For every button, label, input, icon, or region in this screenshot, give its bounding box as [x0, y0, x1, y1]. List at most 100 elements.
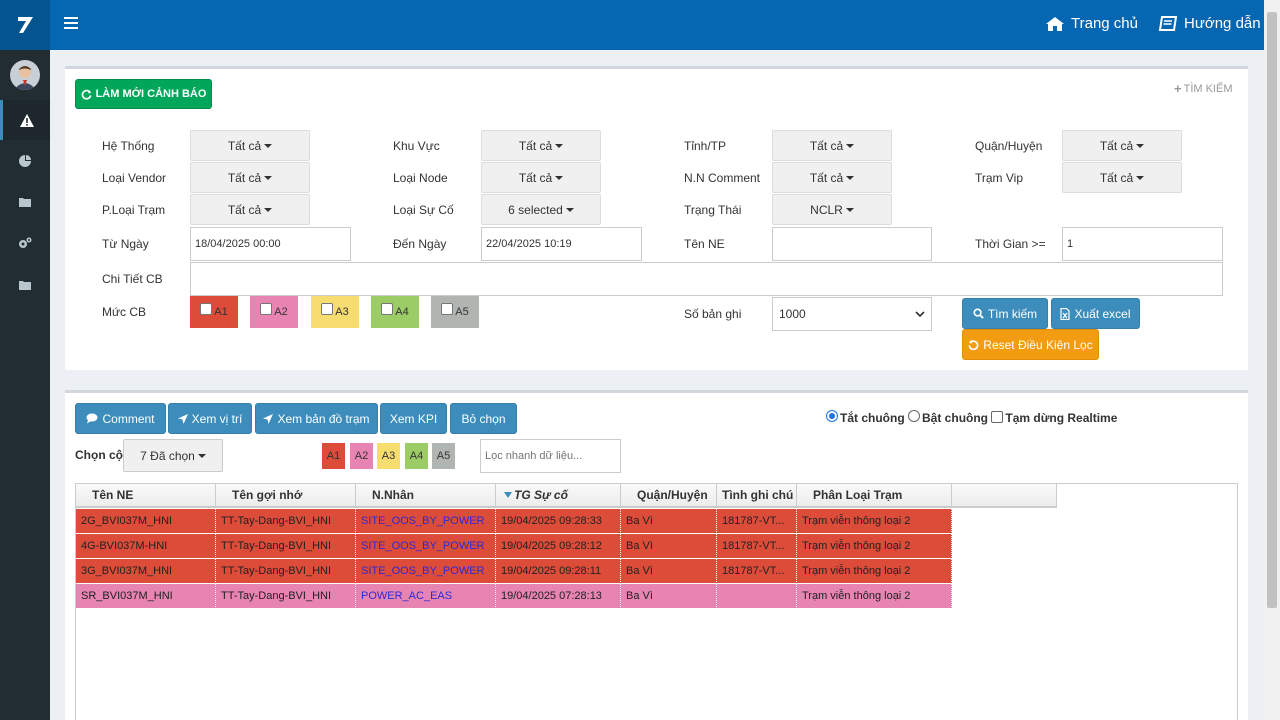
sidebar-item-folder-2[interactable]	[0, 265, 50, 305]
sidebar-item-reports[interactable]	[0, 141, 50, 181]
level-a3-checkbox[interactable]: A3	[311, 296, 359, 328]
table-row[interactable]: 3G_BVI037M_HNI TT-Tay-Dang-BVI_HNI SITE_…	[76, 559, 952, 584]
cell-tg-su-co: 19/04/2025 09:28:11	[496, 559, 621, 584]
cell-nguyen-nhan[interactable]: SITE_OOS_BY_POWER	[356, 509, 496, 534]
cell-tg-su-co: 19/04/2025 09:28:33	[496, 509, 621, 534]
view-station-map-button[interactable]: Xem bản đồ trạm	[255, 403, 378, 434]
col-quan-huyen[interactable]: Quận/Huyện	[621, 484, 717, 508]
sort-desc-icon	[504, 492, 512, 498]
level-a1-checkbox[interactable]: A1	[190, 296, 238, 328]
cell-phan-loai-tram: Trạm viễn thông loại 2	[797, 559, 952, 584]
caret-down-icon	[845, 207, 854, 212]
refresh-alerts-button[interactable]: LÀM MỚI CẢNH BÁO	[75, 79, 212, 109]
quick-level-a2[interactable]: A2	[350, 443, 373, 469]
col-tg-su-co[interactable]: TG Sự cố	[496, 484, 621, 508]
table-row[interactable]: 4G-BVI037M-HNI TT-Tay-Dang-BVI_HNI SITE_…	[76, 534, 952, 559]
quick-filter-input[interactable]	[480, 439, 621, 473]
page-scrollbar[interactable]	[1264, 0, 1280, 720]
choose-columns-select[interactable]: 7 Đã chọn	[123, 439, 223, 472]
home-icon	[1046, 16, 1064, 31]
label-thoi-gian: Thời Gian >=	[975, 237, 1046, 251]
cell-nguyen-nhan[interactable]: SITE_OOS_BY_POWER	[356, 534, 496, 559]
cell-ten-ne: 3G_BVI037M_HNI	[76, 559, 216, 584]
alerts-grid: Tên NE Tên gợi nhớ N.Nhân TG Sự cố Quận/…	[75, 483, 1238, 720]
cell-phan-loai-tram: Trạm viễn thông loại 2	[797, 584, 952, 609]
select-trang-thai[interactable]: NCLR	[772, 194, 892, 225]
deselect-button[interactable]: Bỏ chọn	[450, 403, 517, 434]
select-khu-vuc[interactable]: Tất cả	[481, 130, 601, 161]
refresh-label: LÀM MỚI CẢNH BÁO	[95, 88, 207, 100]
duration-input[interactable]: 1	[1062, 227, 1223, 261]
label-loai-vendor: Loại Vendor	[102, 171, 167, 185]
view-kpi-button[interactable]: Xem KPI	[380, 403, 447, 434]
select-nn-comment[interactable]: Tất cả	[772, 162, 892, 193]
col-nguyen-nhan[interactable]: N.Nhân	[356, 484, 496, 508]
quick-level-a5[interactable]: A5	[432, 443, 455, 469]
select-tinh-tp[interactable]: Tất cả	[772, 130, 892, 161]
cell-tg-su-co: 19/04/2025 07:28:13	[496, 584, 621, 609]
label-muc-cb: Mức CB	[102, 305, 147, 319]
select-quan-huyen[interactable]: Tất cả	[1062, 130, 1182, 161]
ne-name-input[interactable]	[772, 227, 932, 261]
checkbox-icon	[991, 410, 1004, 423]
menu-toggle-icon[interactable]	[64, 17, 78, 31]
refresh-icon	[81, 89, 92, 100]
comment-button[interactable]: Comment	[75, 403, 166, 434]
label-loai-su-co: Loại Sự Cố	[393, 203, 454, 217]
record-count-select[interactable]: 1000	[772, 297, 932, 331]
label-he-thong: Hệ Thống	[102, 139, 155, 153]
cell-ten-goi-nho: TT-Tay-Dang-BVI_HNI	[216, 509, 356, 534]
bell-off-radio[interactable]: Tắt chuông	[826, 409, 905, 425]
grid-header: Tên NE Tên gợi nhớ N.Nhân TG Sự cố Quận/…	[76, 484, 1057, 508]
avatar[interactable]	[10, 60, 40, 90]
bell-on-radio[interactable]: Bật chuông	[908, 409, 988, 425]
export-excel-button[interactable]: Xuất excel	[1051, 298, 1140, 329]
guide-link[interactable]: Hướng dẫn	[1158, 15, 1261, 32]
to-date-input[interactable]: 22/04/2025 10:19	[481, 227, 642, 261]
select-he-thong[interactable]: Tất cả	[190, 130, 310, 161]
select-tram-vip[interactable]: Tất cả	[1062, 162, 1182, 193]
sidebar-item-folder-1[interactable]	[0, 182, 50, 222]
table-row[interactable]: 2G_BVI037M_HNI TT-Tay-Dang-BVI_HNI SITE_…	[76, 509, 952, 534]
level-a5-checkbox[interactable]: A5	[431, 296, 479, 328]
quick-level-a1[interactable]: A1	[322, 443, 345, 469]
cell-nguyen-nhan[interactable]: SITE_OOS_BY_POWER	[356, 559, 496, 584]
cell-nguyen-nhan[interactable]: POWER_AC_EAS	[356, 584, 496, 609]
cell-quan-huyen: Ba Vì	[621, 509, 717, 534]
select-ploai-tram[interactable]: Tất cả	[190, 194, 310, 225]
quick-level-a4[interactable]: A4	[405, 443, 428, 469]
select-loai-vendor[interactable]: Tất cả	[190, 162, 310, 193]
col-ten-ne[interactable]: Tên NE	[76, 484, 216, 508]
top-navbar: Trang chủ Hướng dẫn	[0, 0, 1264, 50]
search-button[interactable]: Tìm kiếm	[962, 298, 1048, 329]
pause-realtime-checkbox[interactable]: Tạm dừng Realtime	[991, 410, 1117, 425]
select-loai-su-co[interactable]: 6 selected	[481, 194, 601, 225]
select-loai-node[interactable]: Tất cả	[481, 162, 601, 193]
level-a2-checkbox[interactable]: A2	[250, 296, 298, 328]
label-trang-thai: Trạng Thái	[684, 203, 742, 217]
quick-level-a3[interactable]: A3	[377, 443, 400, 469]
logo-icon	[18, 17, 33, 33]
toggle-search-link[interactable]: + TÌM KIẾM	[1174, 81, 1232, 96]
col-ten-goi-nho[interactable]: Tên gợi nhớ	[216, 484, 356, 508]
view-location-button[interactable]: Xem vị trí	[168, 403, 252, 434]
reset-filter-button[interactable]: Reset Điều Kiện Lọc	[962, 329, 1099, 360]
home-label: Trang chủ	[1071, 15, 1138, 32]
sidebar-item-settings[interactable]	[0, 223, 50, 263]
label-so-ban-ghi: Số bản ghi	[684, 307, 742, 321]
table-row[interactable]: SR_BVI037M_HNI TT-Tay-Dang-BVI_HNI POWER…	[76, 584, 952, 609]
from-date-input[interactable]: 18/04/2025 00:00	[190, 227, 351, 261]
cell-quan-huyen: Ba Vì	[621, 559, 717, 584]
sidebar	[0, 50, 50, 720]
level-a4-checkbox[interactable]: A4	[371, 296, 419, 328]
col-tinh-ghi-chu[interactable]: Tình ghi chú	[717, 484, 797, 508]
col-phan-loai-tram[interactable]: Phân Loại Trạm	[797, 484, 952, 508]
label-tram-vip: Trạm Vip	[975, 171, 1024, 185]
cell-phan-loai-tram: Trạm viễn thông loại 2	[797, 509, 952, 534]
alert-detail-input[interactable]	[190, 262, 1223, 296]
sidebar-item-alerts[interactable]	[0, 100, 50, 140]
home-link[interactable]: Trang chủ	[1045, 15, 1138, 32]
scroll-thumb[interactable]	[1267, 12, 1277, 608]
label-chi-tiet-cb: Chi Tiết CB	[102, 272, 163, 286]
app-logo[interactable]	[0, 0, 50, 50]
